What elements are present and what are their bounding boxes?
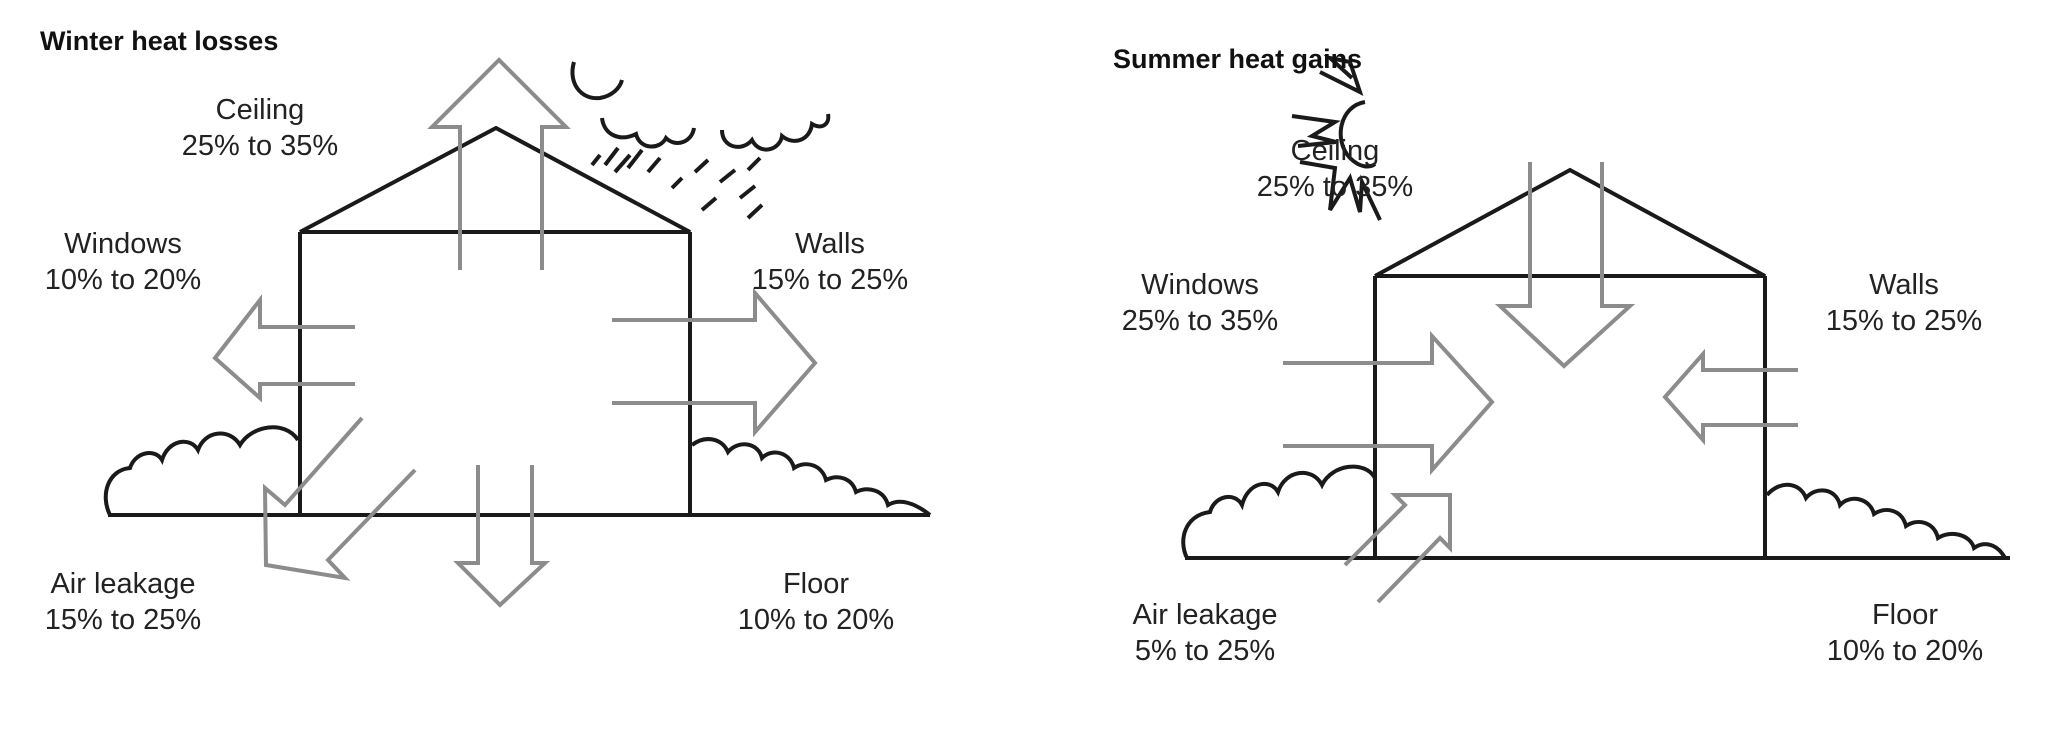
summer-bush-left bbox=[1181, 464, 1377, 559]
air-leakage-arrow bbox=[262, 416, 417, 581]
summer-air-leakage-label: Air leakage 5% to 25% bbox=[1075, 597, 1335, 669]
air-leakage-arrow bbox=[1343, 493, 1452, 604]
walls-left-arrow bbox=[1662, 348, 1798, 446]
winter-walls-range: 15% to 25% bbox=[751, 264, 909, 296]
winter-windows-label: Windows 10% to 20% bbox=[0, 226, 253, 298]
summer-floor-label: Floor 10% to 20% bbox=[1775, 597, 2035, 669]
floor-down-arrow bbox=[453, 465, 551, 608]
summer-walls-name: Walls bbox=[1869, 269, 1939, 301]
ceiling-up-arrow bbox=[427, 57, 571, 270]
winter-ceiling-name: Ceiling bbox=[215, 94, 305, 126]
winter-house bbox=[108, 125, 930, 517]
summer-walls-label: Walls 15% to 25% bbox=[1774, 267, 2034, 339]
summer-panel: Summer heat gains Ceiling 25% to 35% Win… bbox=[1030, 0, 2066, 732]
summer-bush-right bbox=[1765, 482, 2007, 560]
winter-air-leakage-label: Air leakage 15% to 25% bbox=[0, 566, 253, 638]
winter-title: Winter heat losses bbox=[40, 26, 279, 56]
winter-panel: Winter heat losses Ceiling 25% to 35% Wi… bbox=[0, 0, 1030, 732]
summer-ceiling-name: Ceiling bbox=[1290, 135, 1380, 167]
summer-windows-label: Windows 25% to 35% bbox=[1070, 267, 1330, 339]
winter-air-leakage-name: Air leakage bbox=[50, 568, 196, 600]
summer-walls-range: 15% to 25% bbox=[1825, 305, 1983, 337]
winter-bush-right bbox=[690, 437, 932, 517]
winter-walls-name: Walls bbox=[795, 228, 865, 260]
winter-windows-name: Windows bbox=[64, 228, 182, 260]
winter-bush-left bbox=[103, 425, 300, 516]
summer-floor-range: 10% to 20% bbox=[1826, 635, 1984, 667]
summer-air-leakage-range: 5% to 25% bbox=[1134, 635, 1276, 667]
winter-ceiling-label: Ceiling 25% to 35% bbox=[130, 92, 390, 164]
summer-ceiling-range: 25% to 35% bbox=[1256, 171, 1414, 203]
summer-ceiling-label: Ceiling 25% to 35% bbox=[1205, 133, 1465, 205]
walls-right-arrow bbox=[612, 287, 818, 438]
winter-floor-label: Floor 10% to 20% bbox=[686, 566, 946, 638]
summer-title: Summer heat gains bbox=[1113, 44, 1363, 74]
winter-ceiling-range: 25% to 35% bbox=[181, 130, 339, 162]
winter-windows-range: 10% to 20% bbox=[44, 264, 202, 296]
winter-floor-range: 10% to 20% bbox=[737, 604, 895, 636]
winter-air-leakage-range: 15% to 25% bbox=[44, 604, 202, 636]
winter-walls-label: Walls 15% to 25% bbox=[700, 226, 960, 298]
windows-right-arrow bbox=[1283, 330, 1495, 476]
winter-floor-name: Floor bbox=[782, 568, 850, 600]
rain-cloud-icon bbox=[570, 61, 831, 220]
summer-air-leakage-name: Air leakage bbox=[1132, 599, 1278, 631]
summer-windows-name: Windows bbox=[1141, 269, 1259, 301]
summer-windows-range: 25% to 35% bbox=[1121, 305, 1279, 337]
windows-left-arrow bbox=[212, 294, 355, 403]
summer-floor-name: Floor bbox=[1871, 599, 1939, 631]
